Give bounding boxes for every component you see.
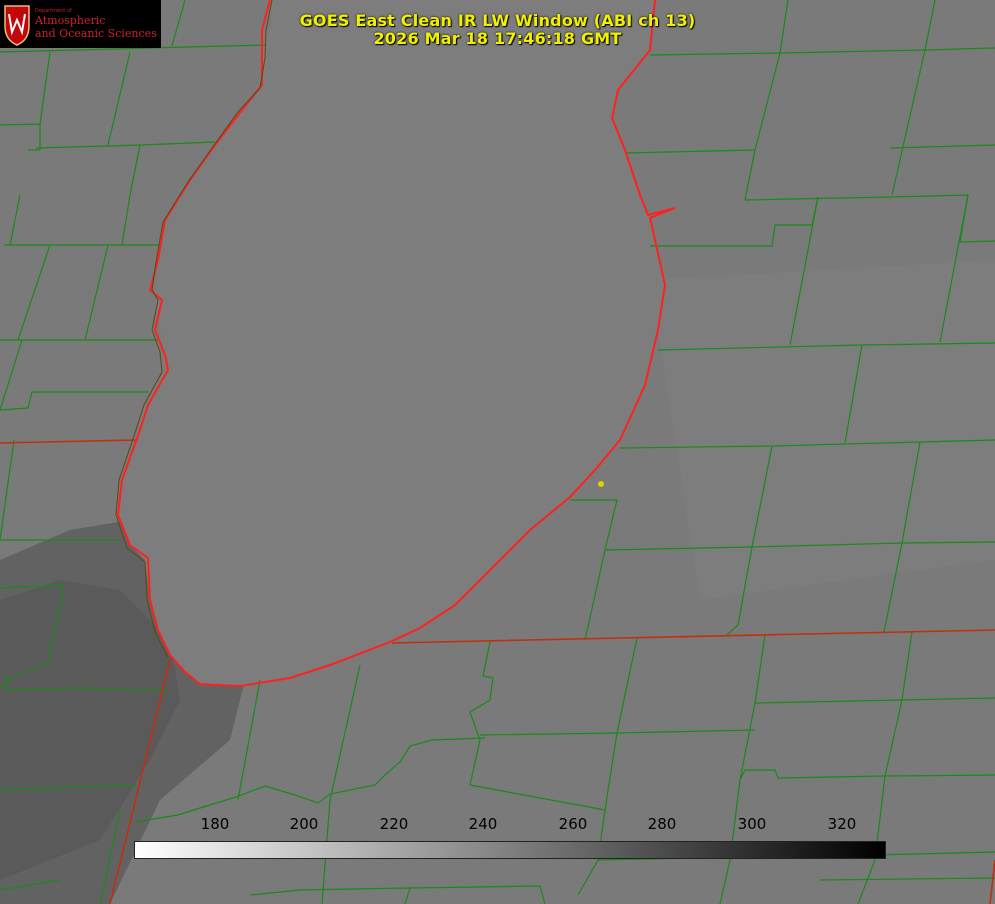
colorbar-tick-label: 280 <box>647 815 677 833</box>
image-timestamp: 2026 Mar 18 17:46:18 GMT <box>373 29 622 48</box>
location-marker <box>598 481 604 487</box>
colorbar-tick-label: 300 <box>737 815 767 833</box>
satellite-map <box>0 0 995 904</box>
colorbar-tick-label: 220 <box>379 815 409 833</box>
temperature-colorbar <box>134 841 886 859</box>
colorbar-tick-label: 320 <box>827 815 857 833</box>
colorbar-tick-label: 200 <box>289 815 319 833</box>
image-title: GOES East Clean IR LW Window (ABI ch 13) <box>299 11 696 30</box>
colorbar-tick-label: 260 <box>558 815 588 833</box>
colorbar-tick-label: 240 <box>468 815 498 833</box>
colorbar-tick-label: 180 <box>200 815 230 833</box>
warm-region <box>650 260 995 600</box>
satellite-image-viewer: Department of Atmospheric and Oceanic Sc… <box>0 0 995 904</box>
